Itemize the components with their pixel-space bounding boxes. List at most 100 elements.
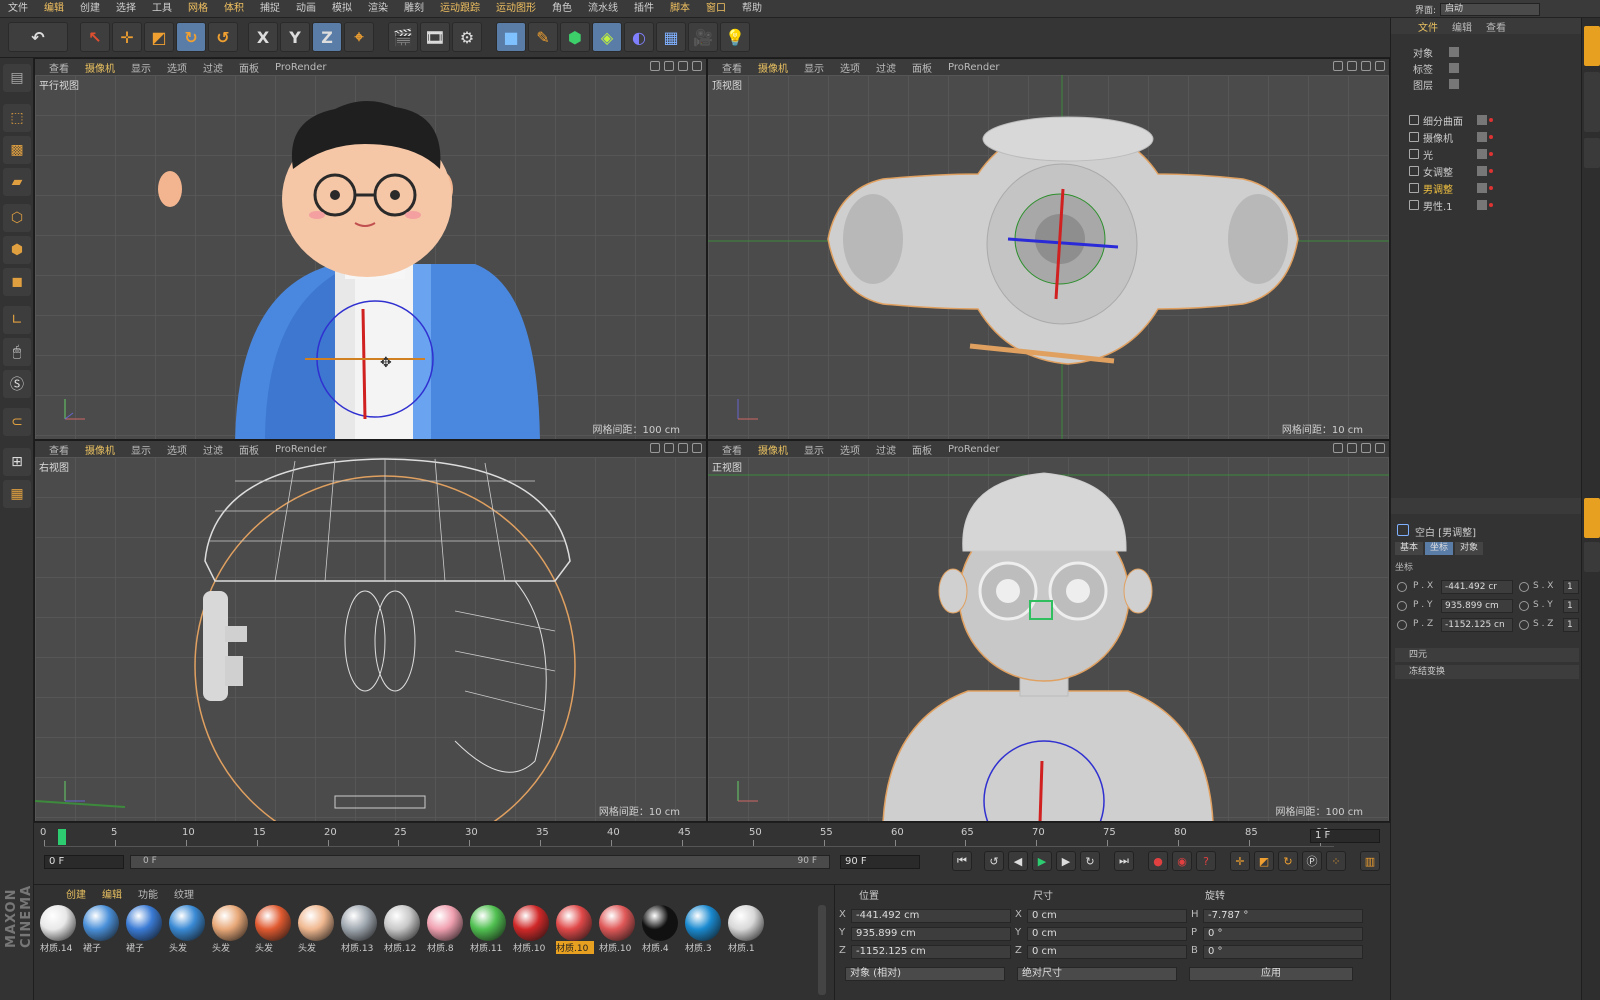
material-swatch[interactable]: 材质.10 [597,903,637,957]
z-axis-lock-button[interactable]: Z [312,22,342,52]
play-button[interactable]: ▶ [1032,851,1052,871]
make-editable-button[interactable]: ▤ [3,64,31,92]
menu-item-0[interactable]: 文件 [0,0,36,18]
material-swatch[interactable]: 材质.10 [554,903,594,957]
go-to-start-button[interactable]: ⏮ [952,851,972,871]
menu-item-17[interactable]: 脚本 [662,0,698,18]
visibility-dot-icon[interactable] [1489,118,1493,122]
material-swatch[interactable]: 材质.10 [511,903,551,957]
object-row[interactable]: 男性.1 [1393,197,1581,213]
object-row[interactable]: 男调整 [1393,180,1581,196]
material-swatch[interactable]: 材质.8 [425,903,465,957]
visibility-dot-icon[interactable] [1489,203,1493,207]
menu-item-2[interactable]: 创建 [72,0,108,18]
material-swatch[interactable]: 材质.14 [38,903,78,957]
viewport-perspective[interactable]: 查看 摄像机 显示 选项 过滤 面板 ProRender 平行视图 ✥ 网格间距… [34,58,707,440]
layout-selector[interactable]: 界面: 启动 [1415,2,1540,16]
timeline-window-button[interactable]: ▥ [1360,851,1380,871]
rotation-key-button[interactable]: ↻ [1278,851,1298,871]
start-frame-field[interactable]: 0 F [44,855,124,869]
menu-item-7[interactable]: 捕捉 [252,0,288,18]
material-swatch[interactable]: 材质.11 [468,903,508,957]
polygons-mode-button[interactable]: ◼ [3,268,31,296]
end-frame-field[interactable]: 90 F [840,855,920,869]
menu-item-18[interactable]: 窗口 [698,0,734,18]
layout-dropdown[interactable]: 启动 [1440,2,1540,16]
move-tool-button[interactable]: ✛ [112,22,142,52]
object-name[interactable]: 男调整 [1423,181,1453,196]
visibility-dot-icon[interactable] [1489,186,1493,190]
material-swatch[interactable]: 头发 [210,903,250,957]
object-name[interactable]: 女调整 [1423,164,1453,179]
scale-value-field[interactable]: 1 [1563,580,1579,594]
menu-item-5[interactable]: 网格 [180,0,216,18]
position-key-button[interactable]: ✛ [1230,851,1250,871]
material-menu-create[interactable]: 创建 [58,886,94,901]
parameter-key-button[interactable]: Ⓟ [1302,851,1322,871]
render-view-button[interactable]: 🎬 [388,22,418,52]
visibility-icon[interactable] [1449,47,1459,57]
layer-tag-icon[interactable] [1477,149,1487,159]
undo-button[interactable]: ↶ [8,22,68,52]
animation-key-radio[interactable] [1519,582,1529,592]
object-row[interactable]: 摄像机 [1393,129,1581,145]
visibility-dot-icon[interactable] [1489,135,1493,139]
animation-key-radio[interactable] [1397,601,1407,611]
camera-button[interactable]: 🎥 [688,22,718,52]
deformer-button[interactable]: ◐ [624,22,654,52]
previous-frame-button[interactable]: ◀ [1008,851,1028,871]
magnet-button[interactable]: ⊂ [3,408,31,436]
texture-mode-button[interactable]: ▩ [3,136,31,164]
attributes-side-tab[interactable] [1584,498,1600,538]
position-field[interactable]: -441.492 cm [851,909,1011,923]
position-value-field[interactable]: 935.899 cm [1441,599,1513,613]
scale-tool-button[interactable]: ◩ [144,22,174,52]
viewport-top[interactable]: 查看 摄像机 显示 选项 过滤 面板 ProRender 顶视图 网格间距：10… [707,58,1390,440]
layer-tag-icon[interactable] [1477,132,1487,142]
object-row[interactable]: 光 [1393,146,1581,162]
object-name[interactable]: 细分曲面 [1423,113,1463,128]
tweak-mode-button[interactable]: 🖱 [3,338,31,366]
point-level-key-button[interactable]: ⁘ [1326,851,1346,871]
scale-key-button[interactable]: ◩ [1254,851,1274,871]
next-key-button[interactable]: ↻ [1080,851,1100,871]
position-value-field[interactable]: -1152.125 cn [1441,618,1513,632]
coordinate-system-button[interactable]: ⌖ [344,22,374,52]
content-browser-side-tab[interactable] [1584,72,1600,132]
menu-item-1[interactable]: 编辑 [36,0,72,18]
object-name[interactable]: 摄像机 [1423,130,1453,145]
position-field[interactable]: 935.899 cm [851,927,1011,941]
record-button[interactable]: ● [1148,851,1168,871]
menu-item-11[interactable]: 雕刻 [396,0,432,18]
model-mode-button[interactable]: ⬚ [3,104,31,132]
animation-key-radio[interactable] [1519,620,1529,630]
previous-key-button[interactable]: ↺ [984,851,1004,871]
menu-item-6[interactable]: 体积 [216,0,252,18]
viewport-right[interactable]: 查看 摄像机 显示 选项 过滤 面板 ProRender 右视图 网格间距：10… [34,440,707,822]
material-swatch[interactable]: 材质.1 [726,903,766,957]
size-field[interactable]: 0 cm [1027,927,1187,941]
attribute-tab[interactable]: 基本 [1395,542,1423,555]
material-scrollbar[interactable] [818,905,826,995]
attribute-group-header[interactable]: 四元 [1395,648,1579,662]
go-to-end-button[interactable]: ⏭ [1114,851,1134,871]
menu-item-15[interactable]: 流水线 [580,0,626,18]
position-field[interactable]: -1152.125 cm [851,945,1011,959]
render-settings-button[interactable]: ⚙ [452,22,482,52]
edges-mode-button[interactable]: ⬢ [3,236,31,264]
auto-key-button[interactable]: ◉ [1172,851,1192,871]
size-field[interactable]: 0 cm [1027,945,1187,959]
material-swatch[interactable]: 材质.12 [382,903,422,957]
scale-value-field[interactable]: 1 [1563,599,1579,613]
floor-button[interactable]: ▦ [656,22,686,52]
rotation-field[interactable]: 0 ° [1203,927,1363,941]
attribute-tab[interactable]: 坐标 [1425,542,1453,555]
subdivision-surface-button[interactable]: ⬢ [560,22,590,52]
material-swatch[interactable]: 裙子 [81,903,121,957]
object-manager-row[interactable]: 图层 [1393,76,1581,92]
rotate-tool-button[interactable]: ↻ [176,22,206,52]
object-manager-row[interactable]: 对象 [1393,44,1581,60]
material-menu-texture[interactable]: 纹理 [166,886,202,901]
menu-item-13[interactable]: 运动图形 [488,0,544,18]
coordinate-mode-dropdown[interactable]: 对象 (相对) [845,967,1005,981]
